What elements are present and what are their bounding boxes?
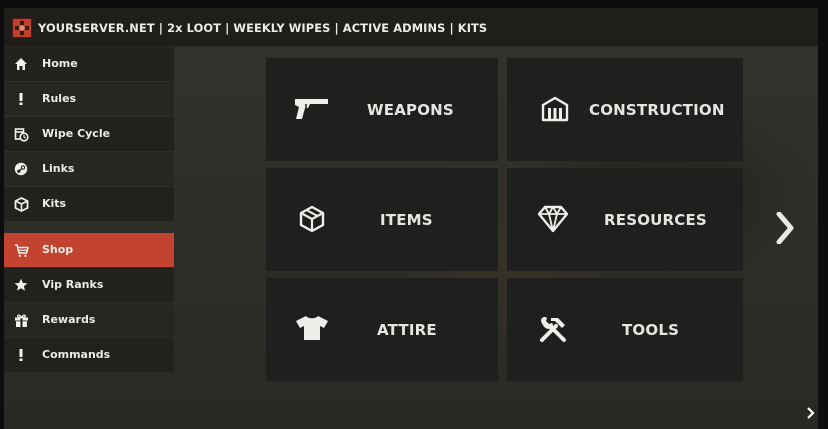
window-edge: [818, 8, 824, 429]
sidebar-item-kits[interactable]: Kits: [4, 187, 174, 221]
sidebar-item-shop[interactable]: Shop: [4, 233, 174, 267]
sidebar-item-links[interactable]: Links: [4, 152, 174, 186]
sidebar-item-rules[interactable]: Rules: [4, 82, 174, 116]
tools-icon: [533, 309, 573, 349]
sidebar-item-home[interactable]: Home: [4, 47, 174, 81]
sidebar-item-label: Links: [42, 162, 75, 175]
header-bar: YOURSERVER.NET | 2x LOOT | WEEKLY WIPES …: [4, 8, 822, 47]
sidebar-item-label: Vip Ranks: [42, 278, 104, 291]
gift-icon: [13, 312, 29, 328]
exclamation-icon: [13, 91, 29, 107]
exclamation-icon: [13, 347, 29, 363]
sidebar-item-label: Rules: [42, 92, 77, 105]
app-window: YOURSERVER.NET | 2x LOOT | WEEKLY WIPES …: [4, 8, 822, 429]
sidebar-item-commands[interactable]: Commands: [4, 338, 174, 372]
category-label: ATTIRE: [377, 321, 437, 339]
pistol-icon: [292, 89, 332, 129]
category-label: RESOURCES: [604, 211, 707, 229]
category-label: TOOLS: [622, 321, 680, 339]
sidebar-item-label: Commands: [42, 348, 111, 361]
shop-category-tools[interactable]: TOOLS: [507, 278, 743, 381]
sidebar-item-label: Rewards: [42, 313, 96, 326]
server-title: YOURSERVER.NET | 2x LOOT | WEEKLY WIPES …: [38, 21, 488, 35]
sidebar-item-label: Kits: [42, 197, 67, 210]
steam-icon: [13, 161, 29, 177]
shop-category-construction[interactable]: CONSTRUCTION: [507, 58, 743, 161]
sidebar-item-wipe-cycle[interactable]: Wipe Cycle: [4, 117, 174, 151]
chevron-right-icon[interactable]: [770, 208, 800, 248]
sidebar-item-vip-ranks[interactable]: Vip Ranks: [4, 268, 174, 302]
star-icon: [13, 277, 29, 293]
sidebar: Home Rules Wipe Cycle Links Kits Shop Vi…: [4, 47, 174, 429]
chevron-right-small-icon[interactable]: [804, 404, 818, 422]
category-label: CONSTRUCTION: [589, 101, 725, 119]
home-icon: [13, 56, 29, 72]
shop-category-items[interactable]: ITEMS: [266, 168, 498, 271]
tshirt-icon: [292, 308, 332, 348]
category-label: WEAPONS: [367, 101, 454, 119]
diamond-icon: [533, 199, 573, 239]
building-icon: [535, 89, 575, 129]
shop-category-weapons[interactable]: WEAPONS: [266, 58, 498, 161]
calendar-clock-icon: [13, 126, 29, 142]
shop-category-resources[interactable]: RESOURCES: [507, 168, 743, 271]
sidebar-item-label: Wipe Cycle: [42, 127, 111, 140]
box-icon: [292, 199, 332, 239]
rust-logo-icon: [12, 18, 32, 38]
category-label: ITEMS: [380, 211, 433, 229]
sidebar-item-label: Home: [42, 57, 78, 70]
shop-category-attire[interactable]: ATTIRE: [266, 278, 498, 381]
cart-icon: [13, 242, 29, 258]
cube-icon: [13, 196, 29, 212]
sidebar-item-label: Shop: [42, 243, 74, 256]
sidebar-item-rewards[interactable]: Rewards: [4, 303, 174, 337]
